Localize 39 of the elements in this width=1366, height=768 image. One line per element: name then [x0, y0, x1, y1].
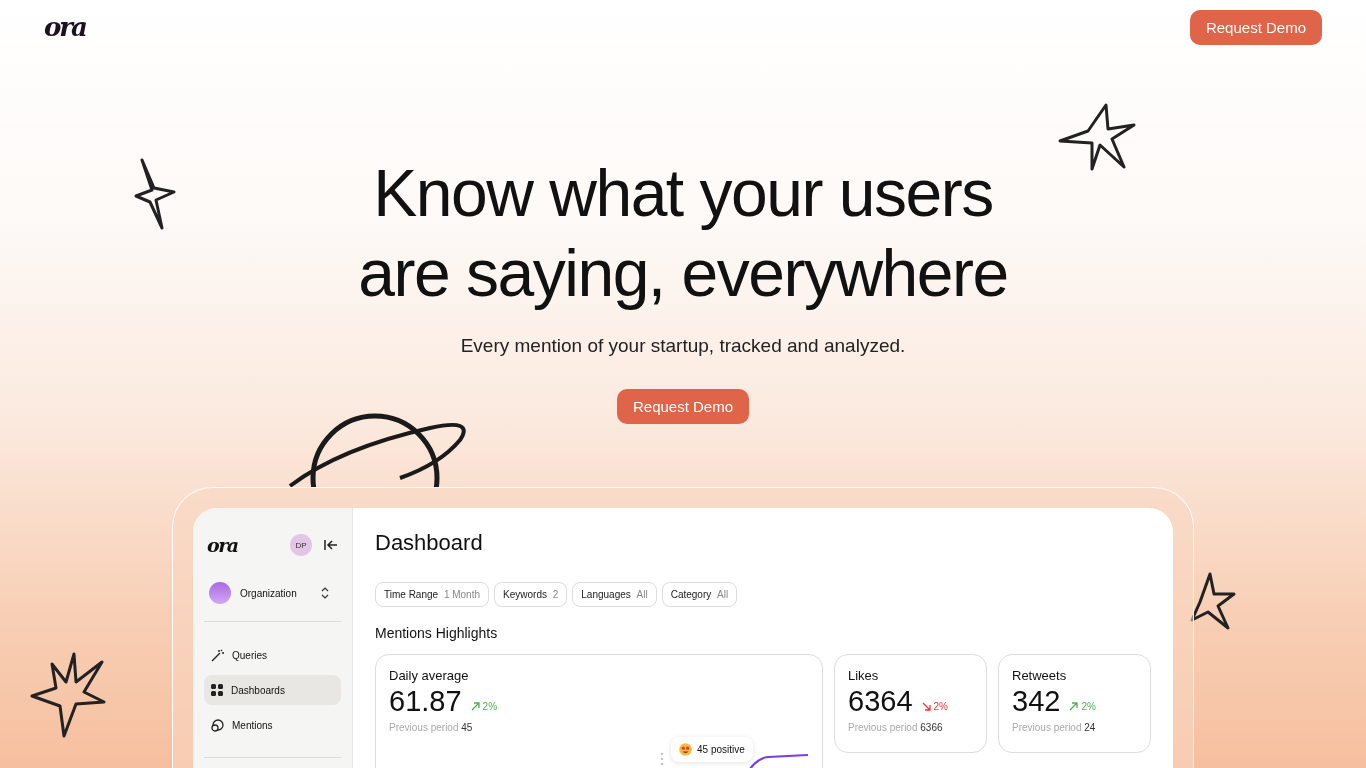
star-icon — [132, 156, 178, 232]
avatar[interactable]: DP — [290, 534, 312, 556]
previous-period: Previous period 45 — [389, 722, 474, 733]
section-title: Mentions Highlights — [375, 625, 499, 641]
organization-avatar — [209, 582, 231, 604]
card-label: Retweets — [1012, 668, 1068, 683]
chevron-icon[interactable] — [321, 587, 329, 599]
change-indicator: 2% — [470, 701, 498, 712]
previous-period: Previous period 24 — [1012, 722, 1097, 733]
subtitle: Every mention of your startup, tracked and analyzed. — [460, 335, 906, 357]
page-title: Dashboard — [375, 530, 484, 556]
card-value: 6364 — [848, 685, 913, 718]
filter-chip[interactable]: Time Range 1 Month — [375, 582, 490, 607]
change-indicator: 2% — [1069, 701, 1096, 712]
filter-chip[interactable]: Category All — [661, 582, 738, 607]
chat-icon — [211, 718, 224, 732]
nav-item[interactable]: Queries — [204, 640, 341, 670]
logo[interactable]: ora — [44, 12, 86, 42]
star-icon — [1190, 572, 1236, 630]
card-label: Likes — [848, 668, 880, 683]
change-indicator: 2% — [921, 701, 948, 712]
collapse-icon[interactable] — [324, 539, 338, 551]
wand-icon — [211, 648, 224, 662]
tooltip: 45 positive — [671, 737, 753, 762]
headline: Know what your users are saying, everywhere — [358, 155, 1008, 312]
previous-period: Previous period 6366 — [848, 722, 944, 733]
star-icon — [30, 652, 106, 738]
grid-icon — [211, 684, 223, 696]
logo: ora — [207, 534, 239, 556]
card-label: Daily average — [389, 668, 470, 683]
filter-chip[interactable]: Keywords 2 — [494, 582, 568, 607]
card-value: 342 — [1012, 685, 1061, 718]
nav-item[interactable]: Mentions — [204, 710, 341, 740]
card-value: 61.87 — [389, 685, 462, 718]
filter-chip[interactable]: Languages All — [572, 582, 657, 607]
emoji-icon — [679, 743, 692, 756]
organization-name[interactable]: Organization — [240, 587, 312, 599]
star-icon — [1058, 103, 1136, 173]
nav-item[interactable]: Dashboards — [204, 675, 341, 705]
